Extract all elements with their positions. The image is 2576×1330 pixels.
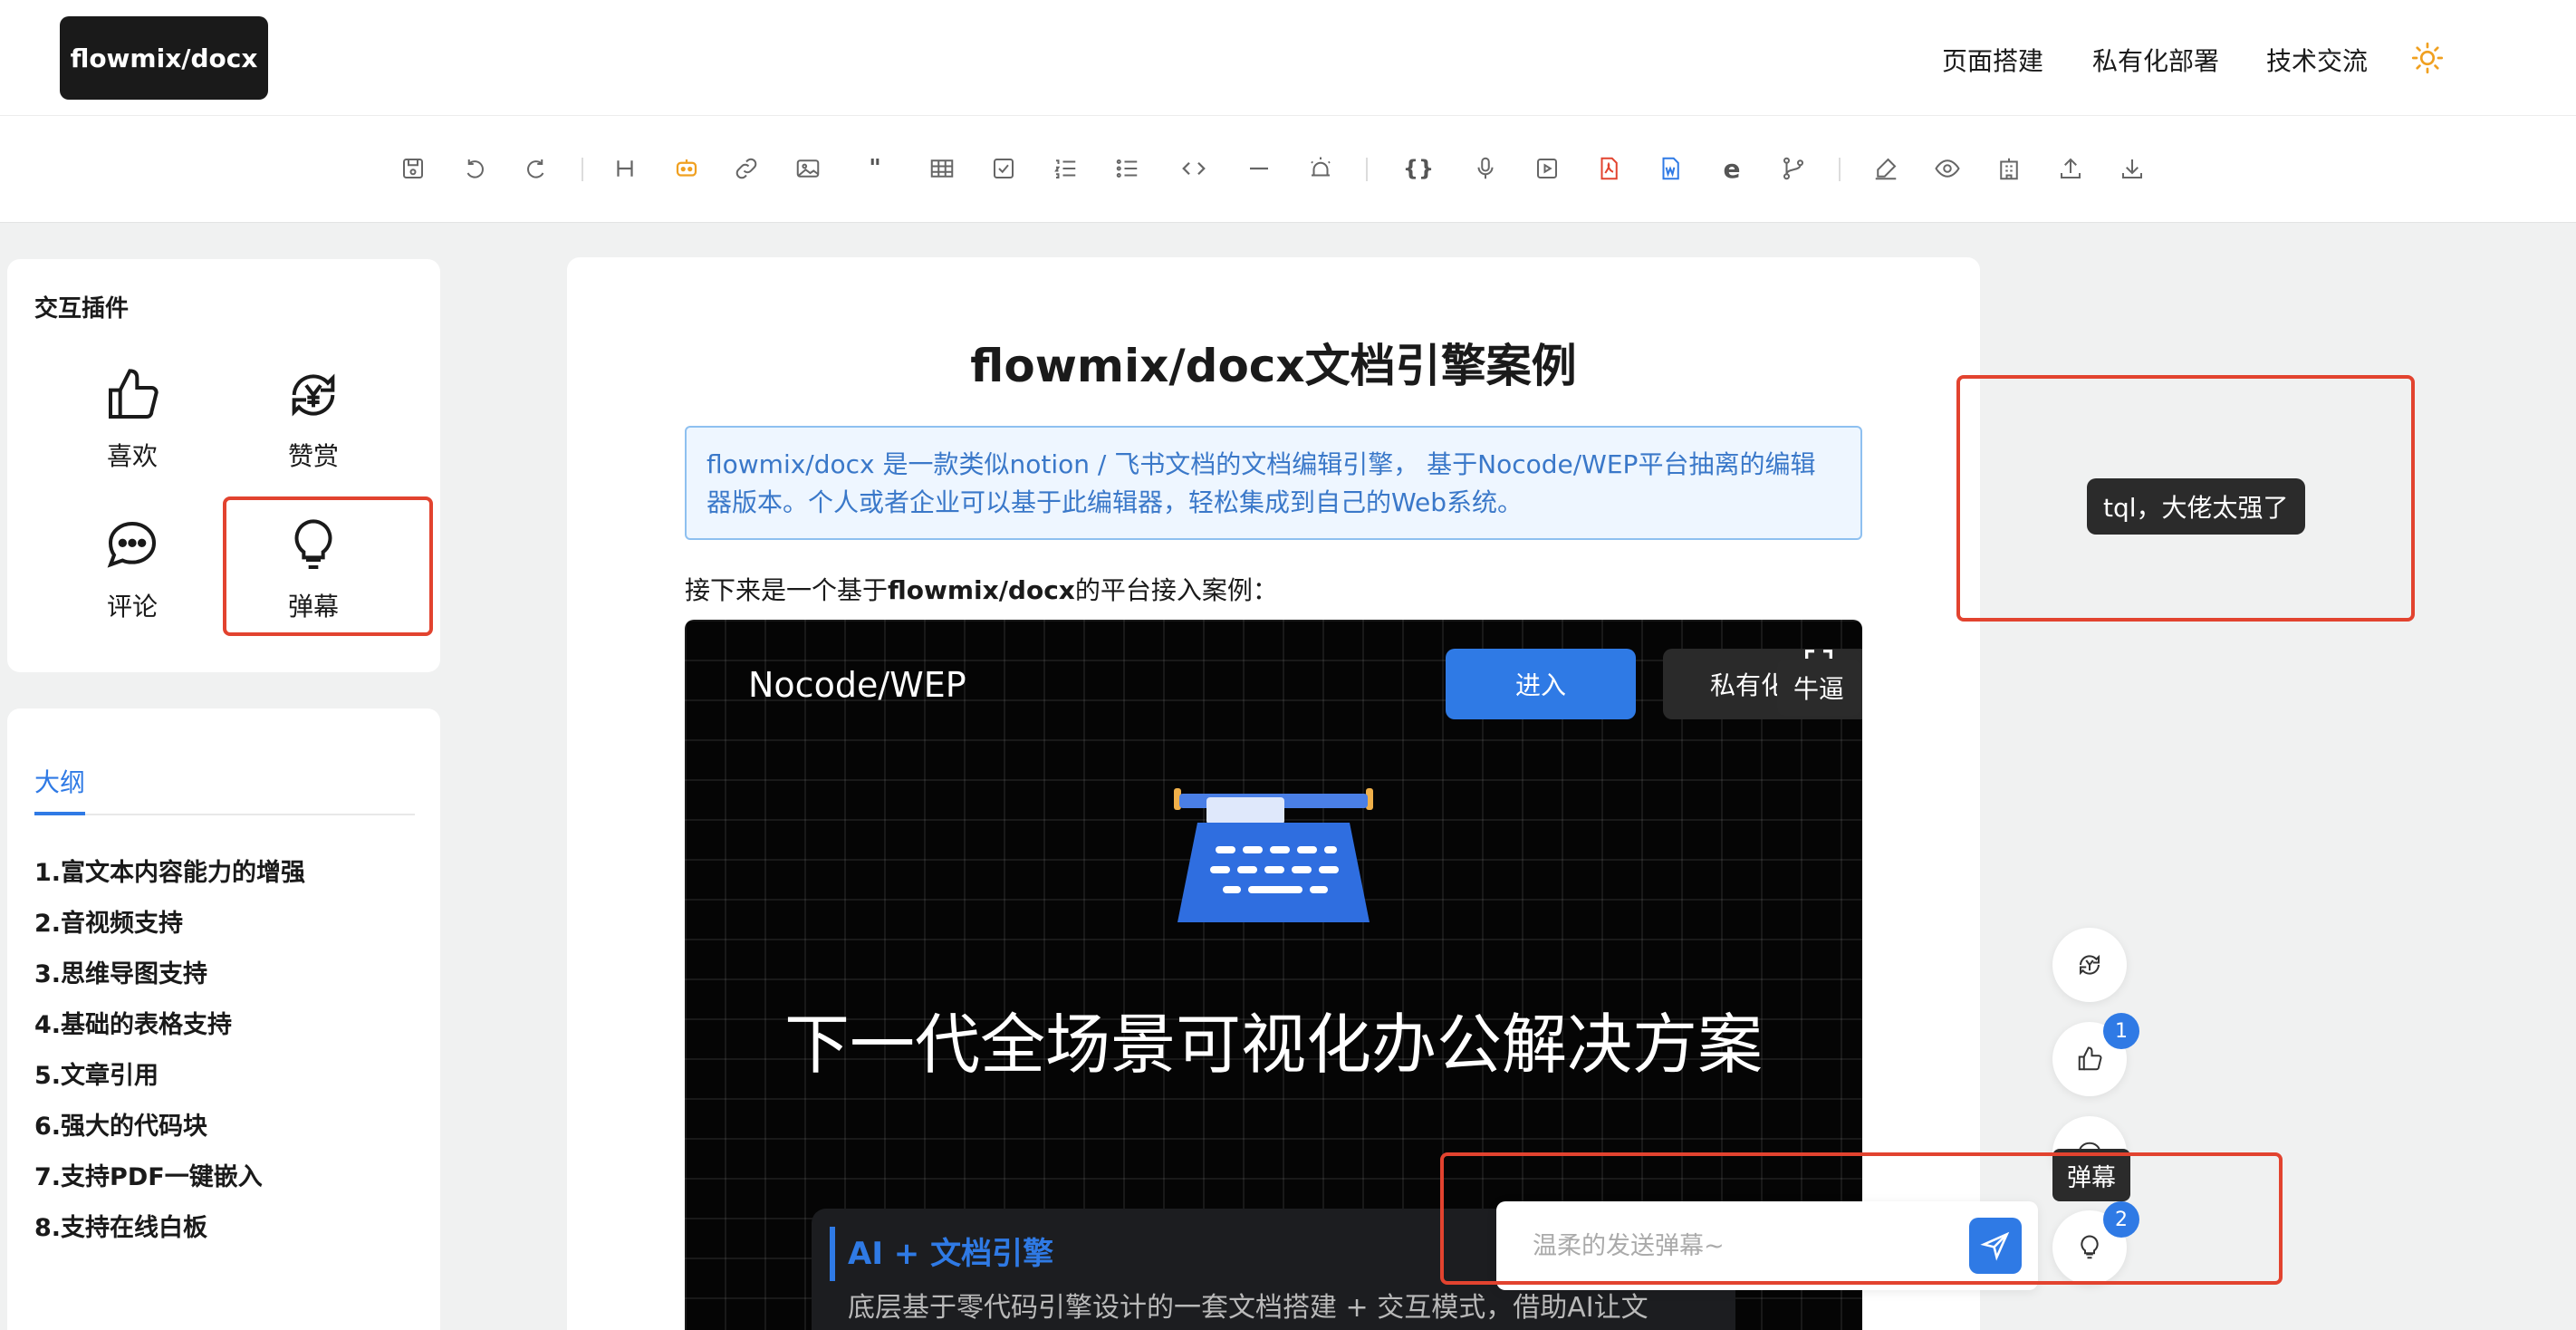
plugin-comment-label: 评论 — [106, 592, 158, 622]
table-icon[interactable] — [926, 152, 958, 185]
plugin-like-label: 喜欢 — [106, 441, 158, 471]
tab-active-indicator — [34, 812, 85, 815]
document-title[interactable]: flowmix/docx文档引擎案例 — [567, 330, 1980, 395]
card-accent-bar — [830, 1227, 835, 1281]
outline-item[interactable]: 7.支持PDF一键嵌入 — [34, 1160, 305, 1210]
pdf-icon[interactable] — [1592, 152, 1625, 185]
para-bold: flowmix/docx — [888, 575, 1075, 605]
danmaku-bubble: tql，大佬太强了 — [2087, 478, 2305, 535]
callout-block[interactable]: flowmix/docx 是一款类似notion / 飞书文档的文档编辑引擎， … — [685, 426, 1862, 540]
bullet-list-icon[interactable] — [1110, 152, 1143, 185]
plugin-reward-label: 赞赏 — [287, 441, 339, 471]
code-icon[interactable] — [1177, 152, 1210, 185]
toolbar-divider — [1839, 158, 1841, 181]
logo[interactable]: flowmix/docx — [60, 16, 268, 100]
code-block-icon[interactable]: {} — [1402, 152, 1435, 185]
highlight-box-send — [1440, 1152, 2283, 1285]
sign-icon[interactable] — [1870, 152, 1902, 185]
redo-icon[interactable] — [520, 152, 553, 185]
embed-headline: 下一代全场景可视化办公解决方案 — [783, 1007, 1763, 1083]
paragraph[interactable]: 接下来是一个基于flowmix/docx的平台接入案例： — [685, 571, 1278, 607]
top-header: flowmix/docx 页面搭建 私有化部署 技术交流 — [0, 0, 2576, 116]
embed-brand: Nocode/WEP — [748, 665, 966, 705]
outline-item[interactable]: 2.音视频支持 — [34, 906, 305, 957]
download-icon[interactable] — [2116, 152, 2148, 185]
enter-button[interactable]: 进入 — [1446, 649, 1636, 719]
editor-toolbar: " {} e — [0, 116, 2576, 223]
web-embed-icon[interactable]: e — [1716, 152, 1748, 185]
card-text: 底层基于零代码引擎设计的一套文档搭建 + 交互模式，借助AI让文 — [848, 1292, 1648, 1324]
image-icon[interactable] — [792, 152, 824, 185]
plugins-title: 交互插件 — [34, 295, 130, 323]
link-icon[interactable] — [730, 152, 763, 185]
thumbs-up-icon — [109, 369, 159, 419]
plugins-panel: 交互插件 喜欢 赞赏 评论 弹幕 — [7, 259, 440, 672]
word-icon[interactable] — [1654, 152, 1687, 185]
heading-icon[interactable] — [609, 152, 641, 185]
toolbar-divider — [1366, 158, 1368, 181]
thumbs-up-icon — [2078, 1046, 2102, 1071]
upload-icon[interactable] — [2054, 152, 2087, 185]
outline-item[interactable]: 4.基础的表格支持 — [34, 1007, 305, 1058]
highlight-box-danmaku-plugin — [223, 496, 433, 636]
outline-panel: 大纲 1.富文本内容能力的增强 2.音视频支持 3.思维导图支持 4.基础的表格… — [7, 708, 440, 1330]
alert-icon[interactable] — [1304, 152, 1337, 185]
divider-icon[interactable] — [1243, 152, 1275, 185]
outline-item[interactable]: 5.文章引用 — [34, 1058, 305, 1109]
like-count-badge: 1 — [2103, 1013, 2139, 1049]
nav-page-builder[interactable]: 页面搭建 — [1942, 42, 2043, 78]
card-title: AI + 文档引擎 — [848, 1236, 1054, 1272]
video-icon[interactable] — [1531, 152, 1563, 185]
reward-fab[interactable] — [2052, 928, 2127, 1002]
danmaku-bubble: 牛逼 — [1777, 660, 1861, 716]
checkbox-icon[interactable] — [987, 152, 1020, 185]
para-prefix: 接下来是一个基于 — [685, 575, 889, 605]
toolbar-divider — [582, 158, 583, 181]
tab-underline — [34, 814, 415, 815]
plugin-like[interactable]: 喜欢 — [60, 366, 205, 484]
plugin-comment[interactable]: 评论 — [60, 516, 205, 634]
sun-icon[interactable] — [2411, 42, 2444, 74]
yen-reward-icon — [2080, 954, 2100, 976]
quote-icon[interactable]: " — [859, 152, 891, 185]
git-branch-icon[interactable] — [1777, 152, 1810, 185]
undo-icon[interactable] — [458, 152, 491, 185]
typewriter-icon — [1174, 788, 1373, 922]
outline-list: 1.富文本内容能力的增强 2.音视频支持 3.思维导图支持 4.基础的表格支持 … — [34, 855, 305, 1261]
comment-icon — [107, 521, 157, 568]
yen-reward-icon — [292, 373, 335, 417]
building-icon[interactable] — [1993, 152, 2025, 185]
tab-outline[interactable]: 大纲 — [34, 763, 85, 799]
outline-item[interactable]: 6.强大的代码块 — [34, 1109, 305, 1160]
audio-icon[interactable] — [1469, 152, 1502, 185]
nav-tech-exchange[interactable]: 技术交流 — [2266, 42, 2368, 78]
outline-item[interactable]: 1.富文本内容能力的增强 — [34, 855, 305, 906]
para-suffix: 的平台接入案例： — [1074, 575, 1278, 605]
plugin-reward[interactable]: 赞赏 — [241, 366, 386, 484]
outline-item[interactable]: 8.支持在线白板 — [34, 1210, 305, 1261]
save-icon[interactable] — [397, 152, 429, 185]
preview-icon[interactable] — [1931, 152, 1964, 185]
nav-private-deploy[interactable]: 私有化部署 — [2092, 42, 2219, 78]
outline-item[interactable]: 3.思维导图支持 — [34, 957, 305, 1007]
ai-robot-icon[interactable] — [670, 152, 703, 185]
ordered-list-icon[interactable] — [1049, 152, 1081, 185]
